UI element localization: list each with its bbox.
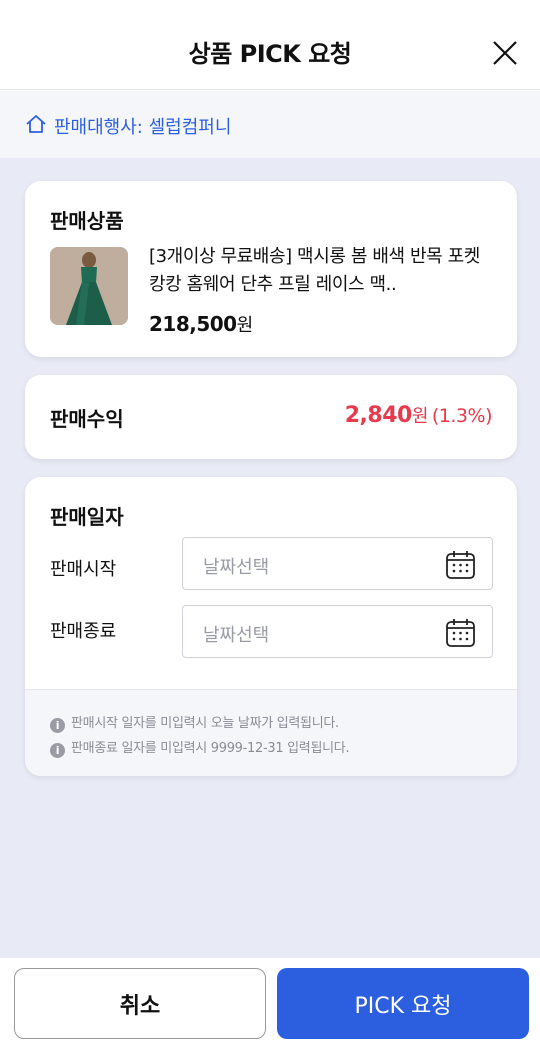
info-icon: i xyxy=(50,718,65,733)
bottom-action-bar: 취소 PICK 요청 xyxy=(0,958,540,1054)
profit-unit: 원 xyxy=(411,406,429,427)
calendar-icon[interactable] xyxy=(445,617,476,648)
profit-amount: 2,840 xyxy=(344,403,413,428)
start-date-placeholder: 날짜선택 xyxy=(203,557,270,578)
content-area: 판매상품 [3개이상 무료배송] 맥시롱 봄 배색 반목 포켓 캉캉 홈웨어 단… xyxy=(0,158,540,958)
notice-start-text: 판매시작 일자를 미입력시 오늘 날짜가 입력됩니다. xyxy=(71,716,339,731)
dress-image-icon xyxy=(50,247,128,325)
page-title: 상품 PICK 요청 xyxy=(188,40,352,68)
notice-area: i 판매시작 일자를 미입력시 오늘 날짜가 입력됩니다. i 판매종료 일자를 미… xyxy=(25,689,517,776)
product-section-title: 판매상품 xyxy=(50,209,124,233)
profit-rate: (1.3%) xyxy=(431,405,493,427)
cancel-button[interactable]: 취소 xyxy=(14,968,266,1039)
product-name: [3개이상 무료배송] 맥시롱 봄 배색 반목 포켓 캉캉 홈웨어 단추 프릴 … xyxy=(149,246,480,295)
calendar-icon[interactable] xyxy=(445,549,476,580)
profit-card: 판매수익 2,840원 (1.3%) xyxy=(25,375,517,459)
product-thumbnail[interactable] xyxy=(50,247,128,325)
pick-request-button[interactable]: PICK 요청 xyxy=(277,968,529,1039)
notice-start: i 판매시작 일자를 미입력시 오늘 날짜가 입력됩니다. xyxy=(50,712,339,733)
sales-period-card: 판매일자 판매시작 날짜선택 판매종료 날짜선택 i 판매시작 일자를 미입력시… xyxy=(25,477,517,776)
notice-end-text: 판매종료 일자를 미입력시 9999-12-31 입력됩니다. xyxy=(71,741,350,756)
profit-label: 판매수익 xyxy=(50,407,124,431)
header: 상품 PICK 요청 xyxy=(0,0,540,90)
close-button[interactable] xyxy=(490,38,520,68)
start-date-label: 판매시작 xyxy=(50,559,117,580)
price-value: 218,500 xyxy=(149,312,237,336)
price-unit: 원 xyxy=(236,315,254,336)
info-icon: i xyxy=(50,743,65,758)
end-date-label: 판매종료 xyxy=(50,621,117,642)
agency-bar: 판매대행사: 셀럽컴퍼니 xyxy=(0,91,540,158)
profit-value: 2,840원 (1.3%) xyxy=(344,402,493,428)
agency-label: 판매대행사: 셀럽컴퍼니 xyxy=(54,117,232,138)
end-date-placeholder: 날짜선택 xyxy=(203,625,270,646)
start-date-input[interactable]: 날짜선택 xyxy=(182,537,493,590)
product-price: 218,500원 xyxy=(149,311,253,337)
product-card: 판매상품 [3개이상 무료배송] 맥시롱 봄 배색 반목 포켓 캉캉 홈웨어 단… xyxy=(25,181,517,357)
sales-period-title: 판매일자 xyxy=(50,505,124,529)
home-icon xyxy=(26,115,46,133)
notice-end: i 판매종료 일자를 미입력시 9999-12-31 입력됩니다. xyxy=(50,737,350,758)
close-icon xyxy=(493,41,517,65)
end-date-input[interactable]: 날짜선택 xyxy=(182,605,493,658)
